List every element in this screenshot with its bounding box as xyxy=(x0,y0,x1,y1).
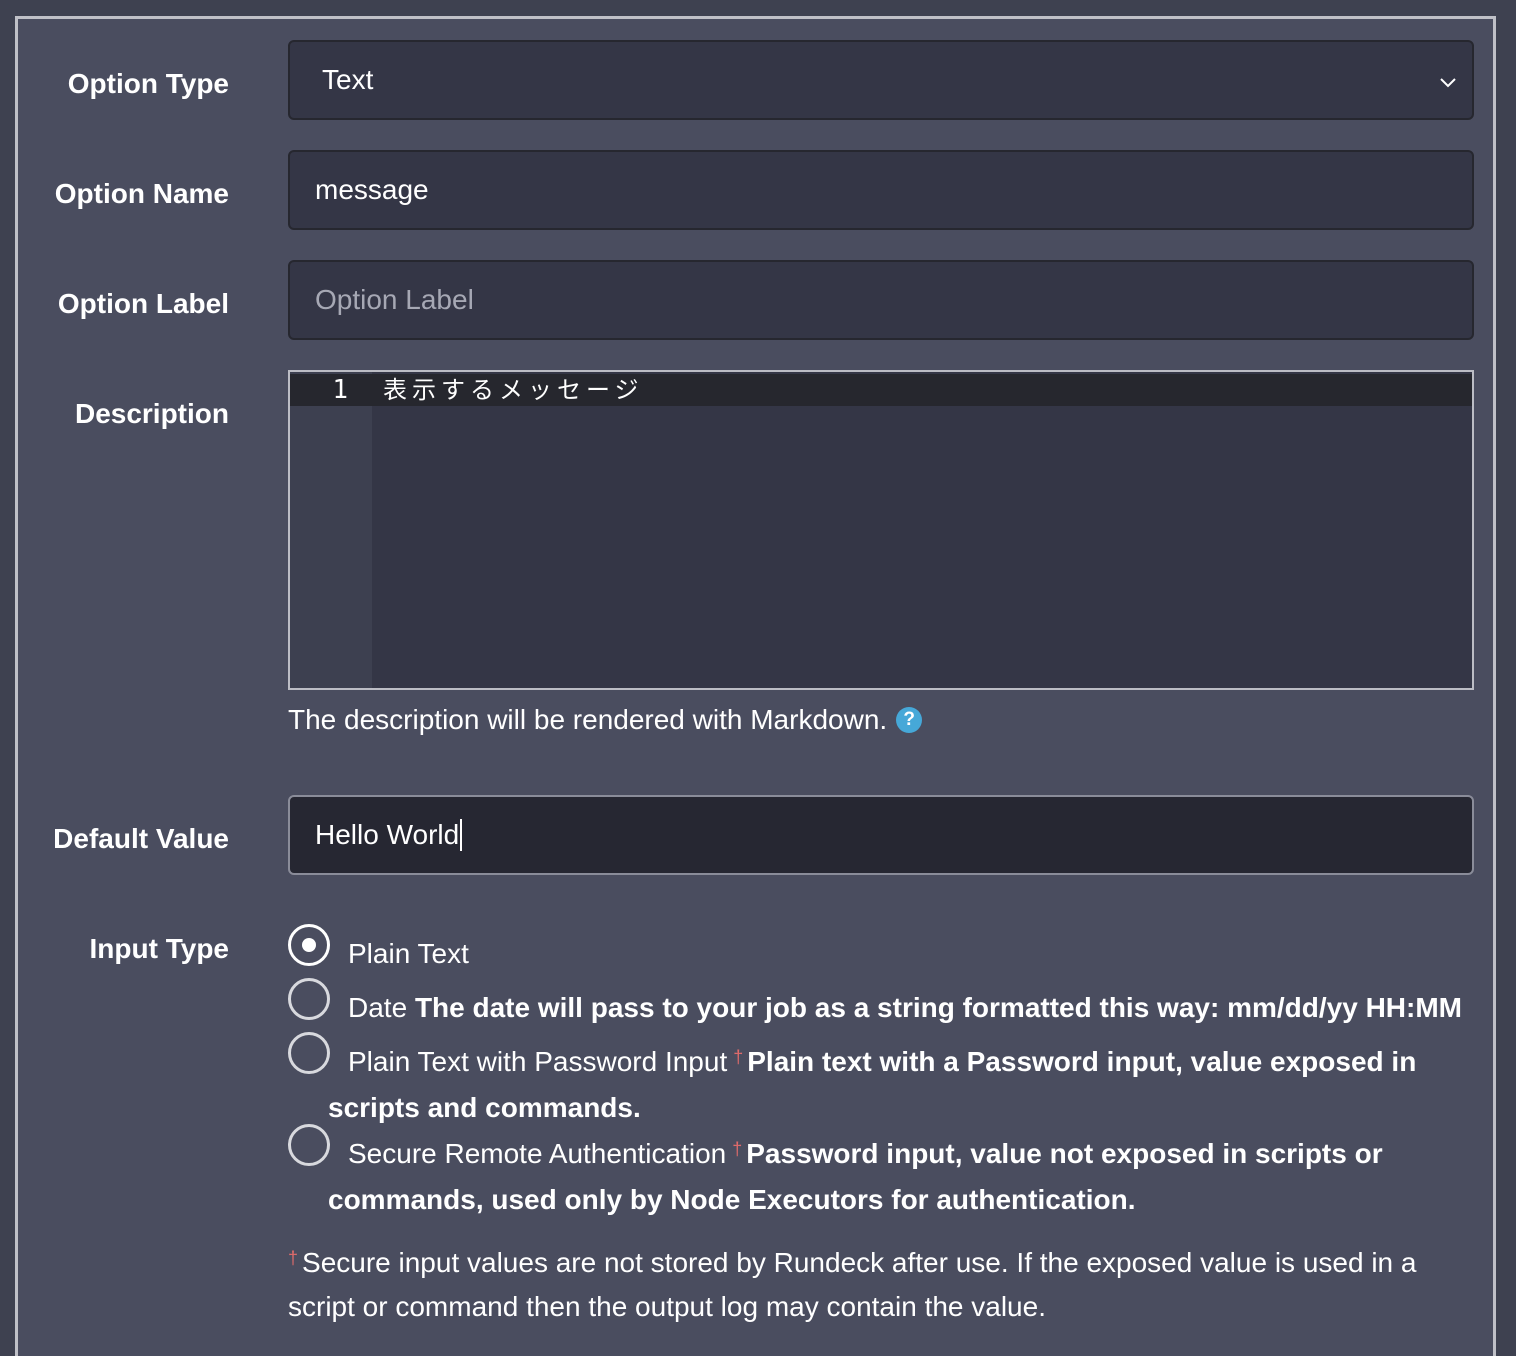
input-type-label: Input Type xyxy=(89,933,229,964)
text-cursor xyxy=(460,819,463,851)
option-label-input[interactable]: Option Label xyxy=(288,260,1474,340)
radio-password-text: Plain Text with Password Input † Plain tex… xyxy=(348,1046,1416,1078)
chevron-down-icon xyxy=(1440,78,1456,88)
radio-plain-text[interactable] xyxy=(288,924,330,966)
radio-secure-auth-text: Secure Remote Authentication † Password in… xyxy=(348,1138,1383,1170)
radio-secure-auth-description: Password input, value not exposed in scr… xyxy=(746,1138,1383,1169)
editor-gutter xyxy=(290,372,372,688)
input-type-option-secure-auth[interactable]: Secure Remote Authentication † Password in… xyxy=(288,1124,1488,1216)
radio-date-description: The date will pass to your job as a stri… xyxy=(414,992,1462,1023)
option-type-select[interactable]: Text xyxy=(288,40,1474,120)
option-label-label: Option Label xyxy=(57,288,229,319)
description-help: The description will be rendered with Ma… xyxy=(288,704,923,736)
dagger-mark: † xyxy=(732,1139,743,1159)
radio-password-label[interactable]: Plain Text with Password Input xyxy=(348,1046,727,1077)
option-label-placeholder: Option Label xyxy=(315,284,474,315)
description-help-text: The description will be rendered with Ma… xyxy=(288,704,888,735)
radio-secure-auth[interactable] xyxy=(288,1124,330,1166)
option-name-input[interactable]: message xyxy=(288,150,1474,230)
dagger-mark: † xyxy=(288,1248,299,1268)
input-type-option-password[interactable]: Plain Text with Password Input † Plain tex… xyxy=(288,1032,1488,1124)
default-value-label: Default Value xyxy=(53,823,229,854)
default-value-text: Hello World xyxy=(315,819,460,850)
radio-password-description: Plain text with a Password input, value … xyxy=(747,1046,1417,1077)
option-type-value: Text xyxy=(322,64,374,95)
line-number: 1 xyxy=(332,375,348,405)
radio-date-text: Date The date will pass to your job as a… xyxy=(348,992,1462,1024)
option-type-label: Option Type xyxy=(67,68,229,99)
radio-plain-text-label[interactable]: Plain Text xyxy=(348,938,469,970)
description-label: Description xyxy=(74,398,229,429)
description-editor[interactable]: 1 表示するメッセージ xyxy=(288,370,1474,690)
footnote-text: Secure input values are not stored by Ru… xyxy=(288,1247,1417,1322)
radio-password-description-cont: scripts and commands. xyxy=(328,1092,641,1123)
default-value-input[interactable]: Hello World xyxy=(288,795,1474,875)
option-name-label: Option Name xyxy=(54,178,229,209)
radio-secure-auth-label[interactable]: Secure Remote Authentication xyxy=(348,1138,726,1169)
radio-date-label[interactable]: Date xyxy=(348,992,407,1023)
option-name-value: message xyxy=(315,174,429,205)
secure-input-footnote: † Secure input values are not stored by R… xyxy=(288,1236,1468,1329)
help-icon[interactable]: ? xyxy=(896,707,923,733)
radio-date[interactable] xyxy=(288,978,330,1020)
description-text[interactable]: 表示するメッセージ xyxy=(383,374,644,406)
radio-secure-auth-description-cont: commands, used only by Node Executors fo… xyxy=(328,1184,1136,1215)
radio-password[interactable] xyxy=(288,1032,330,1074)
input-type-option-plain-text[interactable]: Plain Text xyxy=(288,924,1488,974)
dagger-mark: † xyxy=(733,1047,744,1067)
input-type-option-date[interactable]: Date The date will pass to your job as a… xyxy=(288,978,1488,1028)
